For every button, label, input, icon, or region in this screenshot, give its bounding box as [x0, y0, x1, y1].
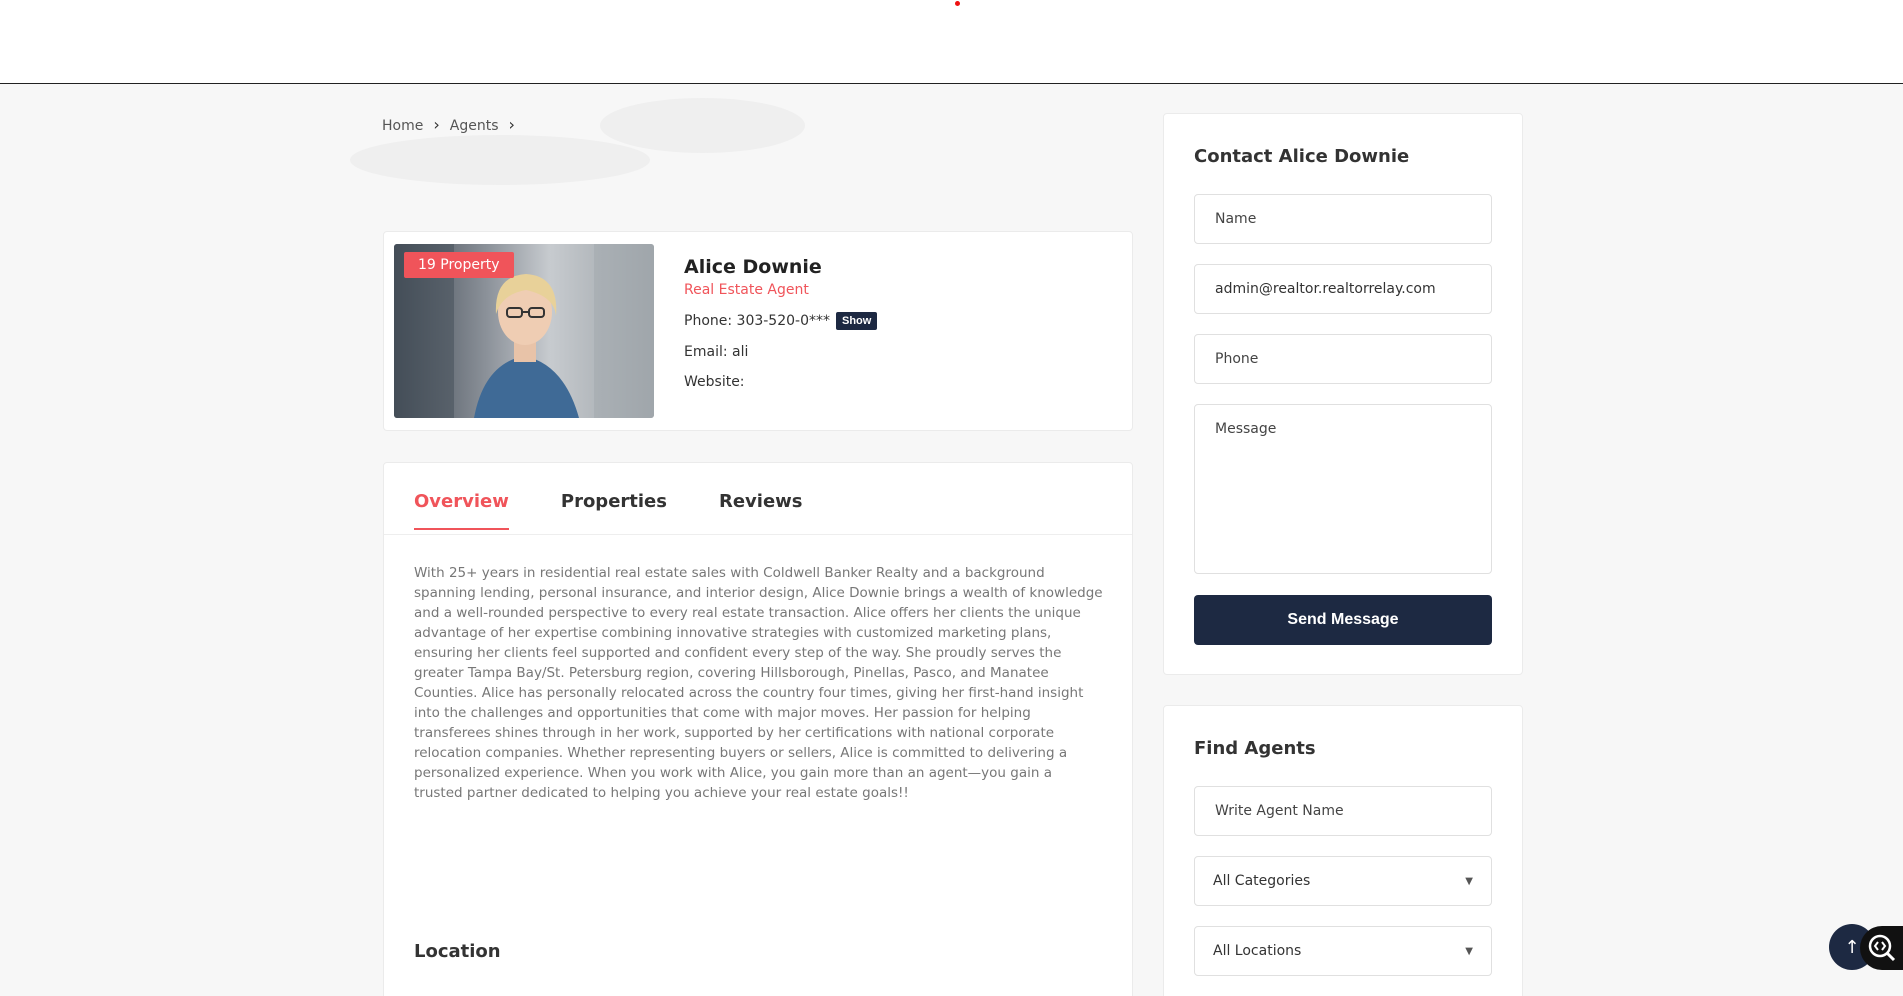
- agent-phone: Phone: 303-520-0*** Show: [684, 312, 878, 330]
- tab-bar: Overview Properties Reviews: [414, 491, 803, 530]
- send-message-button[interactable]: Send Message: [1194, 595, 1492, 645]
- contact-name-input[interactable]: [1194, 194, 1492, 244]
- property-count-badge: 19 Property: [404, 252, 514, 278]
- breadcrumb-home-link[interactable]: Home: [382, 118, 423, 134]
- contact-phone-input[interactable]: [1194, 334, 1492, 384]
- arrow-up-icon: ↑: [1844, 936, 1860, 958]
- decor-cloud: [350, 135, 650, 185]
- chevron-right-icon: ›: [508, 115, 515, 134]
- contact-message-textarea[interactable]: [1194, 404, 1492, 574]
- location-select-value: All Locations: [1213, 943, 1302, 959]
- caret-down-icon: ▼: [1465, 945, 1473, 957]
- contact-email-input[interactable]: [1194, 264, 1492, 314]
- show-phone-button[interactable]: Show: [836, 312, 878, 330]
- agent-email: Email: ali: [684, 344, 749, 360]
- indicator-dot: [955, 1, 960, 6]
- breadcrumb-agents-link[interactable]: Agents: [450, 118, 499, 134]
- overview-text: With 25+ years in residential real estat…: [414, 565, 1103, 801]
- chevron-right-icon: ›: [433, 115, 440, 134]
- agent-info: Alice Downie Real Estate Agent Phone: 30…: [684, 256, 878, 390]
- location-select[interactable]: All Locations ▼: [1194, 926, 1492, 976]
- agent-name: Alice Downie: [684, 256, 822, 278]
- agent-photo: 19 Property: [394, 244, 654, 418]
- agent-website: Website:: [684, 374, 745, 390]
- tab-properties[interactable]: Properties: [561, 491, 667, 530]
- caret-down-icon: ▼: [1465, 875, 1473, 887]
- agent-phone-text: Phone: 303-520-0***: [684, 313, 830, 329]
- agent-role: Real Estate Agent: [684, 282, 809, 298]
- contact-agent-card: Contact Alice Downie Send Message: [1163, 113, 1523, 675]
- category-select-value: All Categories: [1213, 873, 1311, 889]
- accessibility-button[interactable]: [1860, 926, 1903, 970]
- top-header: [0, 0, 1903, 84]
- accessibility-icon: [1868, 934, 1895, 962]
- agent-details-panel: Overview Properties Reviews With 25+ yea…: [383, 462, 1133, 996]
- contact-title: Contact Alice Downie: [1194, 146, 1410, 167]
- tab-overview[interactable]: Overview: [414, 491, 509, 530]
- find-agents-title: Find Agents: [1194, 738, 1316, 759]
- agent-name-search-input[interactable]: [1194, 786, 1492, 836]
- location-heading: Location: [414, 941, 501, 962]
- tab-reviews[interactable]: Reviews: [719, 491, 803, 530]
- decor-cloud: [600, 98, 805, 153]
- breadcrumb: Home › Agents ›: [382, 115, 515, 134]
- tabs-divider: [384, 534, 1132, 535]
- category-select[interactable]: All Categories ▼: [1194, 856, 1492, 906]
- agent-profile-card: 19 Property Alice Downie Real Estate Age…: [383, 231, 1133, 431]
- find-agents-card: Find Agents All Categories ▼ All Locatio…: [1163, 705, 1523, 996]
